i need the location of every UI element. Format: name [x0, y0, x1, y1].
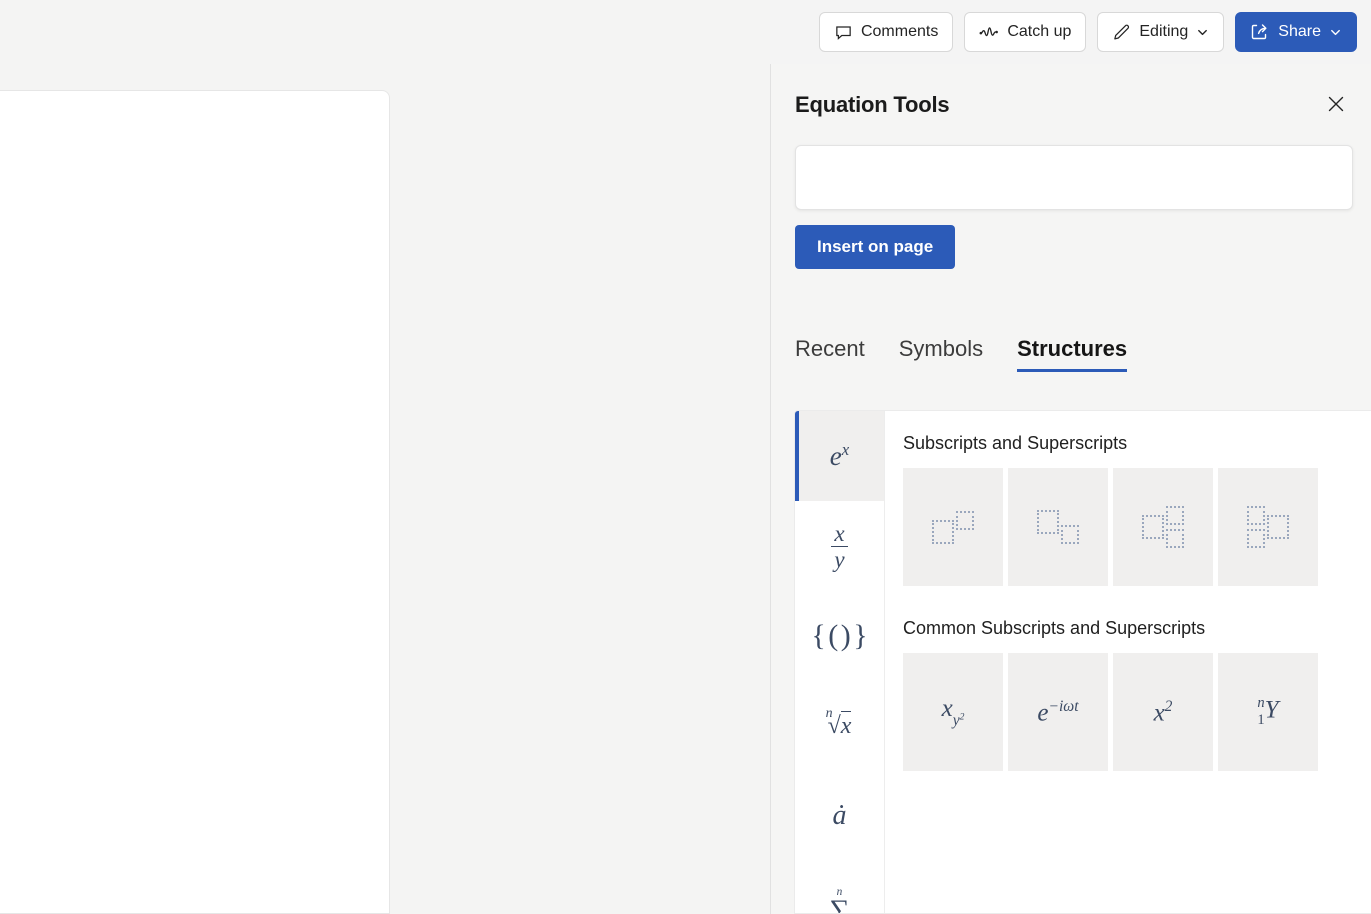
editing-mode-button[interactable]: Editing: [1097, 12, 1225, 52]
pencil-icon: [1112, 23, 1131, 42]
section-title-common-subscripts-superscripts: Common Subscripts and Superscripts: [903, 618, 1206, 638]
chevron-down-icon: [1329, 26, 1342, 39]
subscript-superscript-placeholder-icon: [1142, 506, 1184, 548]
top-toolbar: Comments Catch up Editing Share: [818, 12, 1357, 52]
x-squared-glyph: x2: [1153, 697, 1173, 727]
page-title: Equation Tools: [795, 92, 950, 117]
e-minus-i-omega-t-glyph: e−iωt: [1037, 697, 1079, 727]
bracket-icon: { ( ) }: [811, 619, 868, 652]
comments-button[interactable]: Comments: [818, 12, 954, 52]
editing-label: Editing: [1139, 23, 1189, 40]
category-item-script[interactable]: ex: [795, 411, 884, 501]
tab-structures[interactable]: Structures: [1017, 336, 1128, 372]
close-icon: [1325, 93, 1347, 118]
document-page[interactable]: [0, 90, 390, 914]
superscript-placeholder-icon: [932, 510, 974, 544]
structure-tile-left-subscript-superscript[interactable]: [1218, 468, 1318, 586]
left-subscript-superscript-placeholder-icon: [1247, 506, 1289, 548]
structure-tile-subscript[interactable]: [1008, 468, 1108, 586]
structure-tile-x-squared[interactable]: x2: [1113, 653, 1213, 771]
tile-row-subscripts-superscripts: [903, 468, 1360, 586]
document-scrollbar-track[interactable]: [750, 64, 762, 914]
panel-header: Equation Tools: [795, 88, 1353, 122]
catch-up-label: Catch up: [1007, 23, 1072, 40]
category-item-radical[interactable]: n √x: [795, 681, 884, 771]
structure-tile-subscript-superscript[interactable]: [1113, 468, 1213, 586]
structure-category-list: ex x y { ( ) } n √x ȧ n ∑: [795, 411, 885, 913]
category-item-large-operator[interactable]: n ∑: [795, 861, 884, 914]
category-item-fraction[interactable]: x y: [795, 501, 884, 591]
accent-icon: ȧ: [832, 800, 847, 831]
comments-label: Comments: [860, 23, 939, 40]
close-panel-button[interactable]: [1319, 88, 1353, 122]
equation-tabs: Recent Symbols Structures: [795, 336, 1128, 372]
document-canvas-area: [0, 0, 770, 914]
sigma-operator-icon: n ∑: [829, 886, 850, 914]
insert-on-page-button[interactable]: Insert on page: [795, 225, 956, 269]
structure-tile-x-sub-y-squared[interactable]: xy2: [903, 653, 1003, 771]
category-item-accent[interactable]: ȧ: [795, 771, 884, 861]
n-one-Y-glyph: n1 Y: [1257, 695, 1279, 728]
chevron-down-icon: [1196, 26, 1209, 39]
structure-tile-superscript[interactable]: [903, 468, 1003, 586]
share-icon: [1250, 22, 1270, 42]
tile-row-common-subscripts-superscripts: xy2 e−iωt x2 n 1 Y: [903, 653, 1360, 771]
radical-icon: n √x: [825, 706, 852, 739]
tab-recent[interactable]: Recent: [795, 336, 865, 372]
catch-up-button[interactable]: Catch up: [964, 12, 1087, 52]
tab-symbols[interactable]: Symbols: [899, 336, 983, 372]
structure-tile-n-one-Y[interactable]: n1 Y: [1218, 653, 1318, 771]
subscript-placeholder-icon: [1037, 510, 1079, 544]
share-button[interactable]: Share: [1235, 12, 1357, 52]
section-title-subscripts-superscripts: Subscripts and Superscripts: [903, 433, 1128, 453]
fraction-icon: x y: [831, 522, 848, 571]
category-item-bracket[interactable]: { ( ) }: [795, 591, 884, 681]
structure-tile-e-minus-i-omega-t[interactable]: e−iωt: [1008, 653, 1108, 771]
equation-input[interactable]: [795, 145, 1353, 210]
script-icon: ex: [829, 440, 850, 471]
share-label: Share: [1278, 23, 1321, 40]
structures-container: ex x y { ( ) } n √x ȧ n ∑ Subscripts and…: [794, 410, 1371, 914]
structure-sections: Subscripts and Superscripts Common Subsc…: [885, 411, 1371, 913]
x-sub-y-squared-glyph: xy2: [941, 694, 965, 729]
comment-bubble-icon: [834, 23, 853, 42]
pulse-icon: [979, 24, 999, 40]
equation-tools-panel: Equation Tools Insert on page Recent Sym…: [771, 64, 1371, 914]
